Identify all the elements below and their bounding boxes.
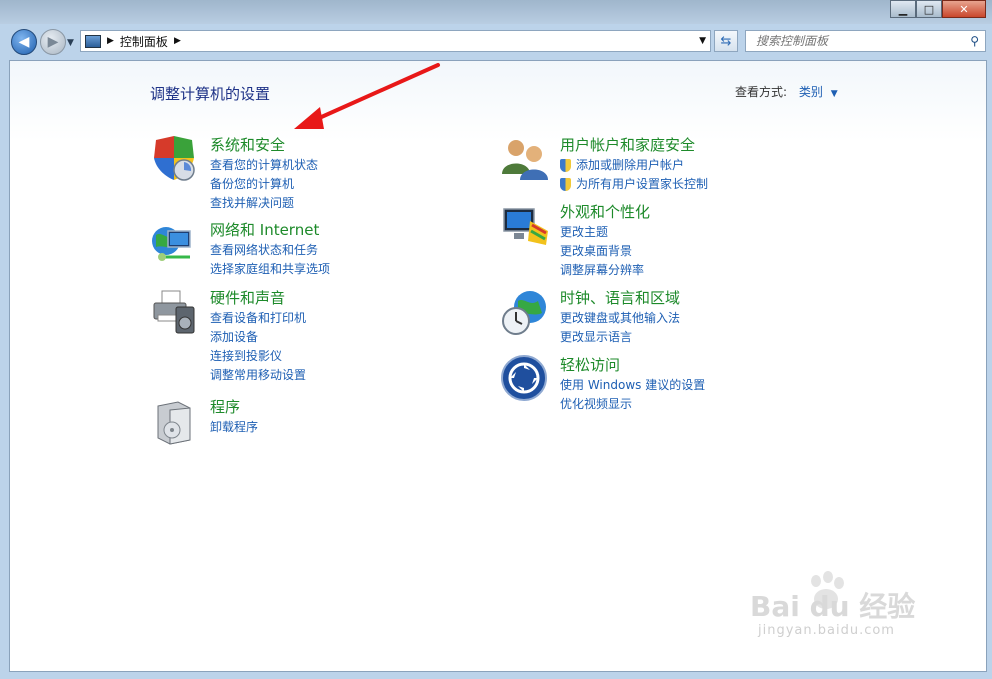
maximize-button[interactable]: □ (916, 0, 942, 18)
refresh-icon: ⇆ (720, 33, 732, 49)
link-troubleshoot[interactable]: 查找并解决问题 (210, 194, 318, 213)
link-view-computer-status[interactable]: 查看您的计算机状态 (210, 156, 318, 175)
address-dropdown-icon[interactable]: ▼ (699, 36, 706, 46)
navigation-bar: ◀ ▶ ▼ ▶ 控制面板 ▶ ▼ ⇆ ⚲ (0, 24, 992, 60)
minimize-button[interactable]: ▁ (890, 0, 916, 18)
close-button[interactable]: ✕ (942, 0, 986, 18)
close-icon: ✕ (959, 2, 969, 16)
software-box-icon (157, 401, 191, 445)
view-by: 查看方式: 类别 ▼ (735, 83, 838, 100)
category-title[interactable]: 网络和 Internet (210, 219, 319, 240)
link-optimize-display[interactable]: 优化视频显示 (560, 395, 705, 414)
arrow-left-icon: ◀ (18, 34, 30, 50)
address-bar[interactable]: ▶ 控制面板 ▶ ▼ (80, 30, 711, 52)
control-panel-icon (85, 34, 101, 48)
title-bar: ▁ □ ✕ (0, 0, 992, 24)
search-input[interactable] (754, 33, 968, 49)
breadcrumb-control-panel[interactable]: 控制面板 (120, 33, 168, 50)
link-display-language[interactable]: 更改显示语言 (560, 328, 680, 347)
minimize-icon: ▁ (898, 2, 908, 16)
monitor-paint-icon (503, 208, 548, 245)
link-desktop-background[interactable]: 更改桌面背景 (560, 242, 644, 261)
arrow-right-icon: ▶ (47, 34, 59, 50)
users-icon (502, 140, 548, 180)
recent-pages-dropdown[interactable]: ▼ (67, 38, 74, 48)
category-title[interactable]: 用户帐户和家庭安全 (560, 134, 695, 155)
link-recommended-settings[interactable]: 使用 Windows 建议的设置 (560, 376, 705, 395)
link-add-device[interactable]: 添加设备 (210, 328, 306, 347)
search-box[interactable]: ⚲ (745, 30, 986, 52)
link-add-remove-accounts[interactable]: 添加或删除用户帐户 (560, 156, 708, 175)
view-by-dropdown[interactable]: 类别 (799, 85, 823, 99)
breadcrumb-arrow-icon[interactable]: ▶ (174, 36, 181, 46)
annotation-arrow (294, 63, 440, 129)
page-title: 调整计算机的设置 (150, 85, 271, 103)
refresh-button[interactable]: ⇆ (714, 30, 738, 52)
maximize-icon: □ (923, 2, 935, 16)
category-title[interactable]: 外观和个性化 (560, 201, 650, 222)
category-title[interactable]: 时钟、语言和区域 (560, 287, 680, 308)
shield-icon (154, 136, 195, 181)
link-connect-projector[interactable]: 连接到投影仪 (210, 347, 306, 366)
window-bottom-frame (0, 672, 992, 679)
search-icon[interactable]: ⚲ (970, 34, 979, 48)
globe-network-icon (152, 227, 191, 261)
view-by-label: 查看方式: (735, 85, 788, 99)
link-network-status[interactable]: 查看网络状态和任务 (210, 241, 330, 260)
watermark-brand: Bai du 经验 (750, 590, 916, 623)
category-title[interactable]: 系统和安全 (210, 134, 285, 155)
control-panel-content: 调整计算机的设置 查看方式: 类别 ▼ 系统和安全 查看您的计算机状态 备份您的… (9, 60, 987, 672)
link-homegroup-sharing[interactable]: 选择家庭组和共享选项 (210, 260, 330, 279)
chevron-down-icon[interactable]: ▼ (831, 89, 838, 99)
forward-button[interactable]: ▶ (40, 29, 66, 55)
globe-clock-icon (502, 291, 546, 335)
link-backup-computer[interactable]: 备份您的计算机 (210, 175, 318, 194)
link-mobility-settings[interactable]: 调整常用移动设置 (210, 366, 306, 385)
baidu-watermark: Bai du 经验 jingyan.baidu.com (742, 563, 942, 653)
ease-of-access-icon (501, 355, 547, 401)
link-change-theme[interactable]: 更改主题 (560, 223, 644, 242)
category-title[interactable]: 硬件和声音 (210, 287, 285, 308)
printer-icon (153, 290, 195, 334)
link-screen-resolution[interactable]: 调整屏幕分辨率 (560, 261, 644, 280)
link-uninstall-program[interactable]: 卸载程序 (210, 418, 258, 437)
category-title[interactable]: 轻松访问 (560, 354, 620, 375)
link-parental-controls[interactable]: 为所有用户设置家长控制 (560, 175, 708, 194)
category-title[interactable]: 程序 (210, 396, 240, 417)
watermark-url: jingyan.baidu.com (758, 623, 895, 638)
window-caption-buttons: ▁ □ ✕ (890, 0, 986, 18)
breadcrumb-arrow-icon[interactable]: ▶ (107, 36, 114, 46)
back-button[interactable]: ◀ (11, 29, 37, 55)
link-change-keyboard[interactable]: 更改键盘或其他输入法 (560, 309, 680, 328)
control-panel-window: ▁ □ ✕ ◀ ▶ ▼ ▶ 控制面板 ▶ ▼ ⇆ ⚲ 调整计算机的设置 查看方式… (0, 0, 992, 679)
link-devices-printers[interactable]: 查看设备和打印机 (210, 309, 306, 328)
